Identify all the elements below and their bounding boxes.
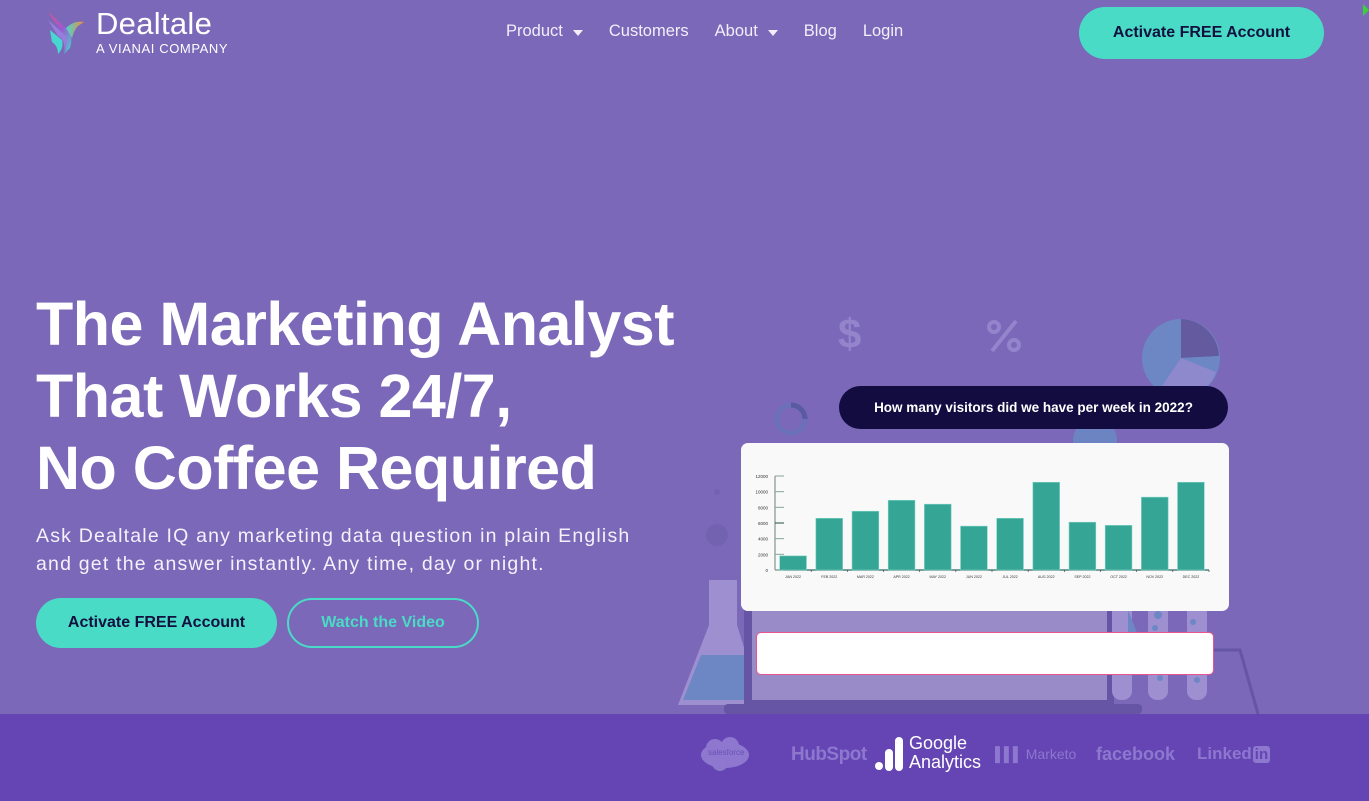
brand-name: Dealtale (96, 6, 213, 41)
percent-icon (987, 319, 1021, 353)
google-analytics-logo: Google Analytics (875, 734, 989, 772)
visitors-bar-chart: 0 2000 4000 6000 8000 10000 12000 JAN 2022 FEB 2… (755, 474, 1210, 579)
brand-tagline: A VIANAI COMPANY (96, 41, 229, 56)
y-tick-label: 4000 (758, 537, 769, 542)
nav-login-label: Login (862, 22, 904, 40)
watch-video-button[interactable]: Watch the Video (287, 598, 479, 648)
hero-title-line-1: The Marketing Analyst (36, 290, 675, 358)
donut-icon (774, 402, 808, 436)
dealtale-logo[interactable]: Dealtale A VIANAI COMPANY (44, 8, 228, 58)
bar-oct-2022 (1104, 525, 1133, 571)
hero-title-line-2: That Works 24/7, (36, 362, 512, 430)
x-tick-label: JUN 2022 (966, 575, 982, 579)
marketo-logo: ▌▌▌ Marketo (995, 746, 1076, 762)
bar-dec-2022 (1177, 481, 1205, 571)
question-input[interactable] (756, 632, 1214, 675)
marketo-label: Marketo (1025, 746, 1077, 762)
salesforce-label: salesforce (708, 748, 745, 757)
x-tick-label: FEB 2022 (821, 575, 837, 579)
nav-blog[interactable]: Blog (804, 22, 837, 41)
x-tick-label: APR 2022 (893, 575, 909, 579)
bar-jan-2022 (779, 555, 807, 571)
hubspot-logo: HubSpot (791, 744, 867, 765)
bird-logo-icon (48, 12, 84, 54)
marketo-bars-icon: ▌▌▌ (995, 746, 1023, 762)
nav-customers-label: Customers (608, 22, 689, 40)
nav-login[interactable]: Login (863, 22, 903, 41)
main-nav: Product Customers About Blog Login (506, 22, 929, 41)
hero-subtitle-line-1: Ask Dealtale IQ any marketing data quest… (36, 525, 631, 547)
bar-feb-2022 (815, 518, 843, 571)
hero-activate-account-button[interactable]: Activate FREE Account (36, 598, 277, 648)
nav-product-label: Product (506, 22, 563, 40)
facebook-logo: facebook (1096, 744, 1176, 764)
bar-may-2022 (924, 503, 952, 571)
y-tick-label: 10000 (755, 490, 768, 495)
bar-aug-2022 (1032, 481, 1060, 571)
google-analytics-label: Google Analytics (909, 733, 982, 772)
nav-blog-label: Blog (803, 22, 837, 40)
header-activate-account-button[interactable]: Activate FREE Account (1079, 7, 1324, 59)
partner-logos-bar: salesforce HubSpot Google Analytics ▌▌▌ … (0, 714, 1369, 801)
y-tick-label: 8000 (758, 505, 769, 510)
linkedin-in-icon: in (1252, 745, 1271, 763)
hero-subtitle: Ask Dealtale IQ any marketing data quest… (36, 522, 716, 578)
nav-about[interactable]: About (715, 22, 778, 41)
bar-mar-2022 (851, 510, 880, 571)
y-tick-label: 2000 (758, 552, 769, 557)
google-analytics-icon (875, 737, 903, 771)
x-tick-label: MAY 2022 (930, 575, 946, 579)
nav-about-label: About (714, 22, 758, 40)
bar-apr-2022 (887, 499, 916, 571)
y-tick-label: 6000 (758, 521, 769, 526)
bar-sep-2022 (1068, 521, 1097, 571)
x-tick-label: SEP 2022 (1074, 575, 1090, 579)
nav-product[interactable]: Product (506, 22, 583, 41)
linkedin-label: Linked (1197, 744, 1252, 763)
question-bubble: How many visitors did we have per week i… (839, 386, 1228, 429)
x-tick-label: AUG 2022 (1038, 575, 1055, 579)
hero-title: The Marketing Analyst That Works 24/7, N… (36, 288, 675, 504)
salesforce-logo: salesforce (700, 736, 750, 772)
x-tick-label: DEC 2022 (1183, 575, 1200, 579)
chevron-down-icon (767, 29, 778, 36)
x-tick-label: OCT 2022 (1110, 575, 1127, 579)
x-tick-label: NOV 2022 (1146, 575, 1163, 579)
hero-subtitle-line-2: and get the answer instantly. Any time, … (36, 553, 545, 575)
linkedin-logo: Linked in (1197, 744, 1271, 764)
bar-nov-2022 (1141, 496, 1169, 571)
chart-card: 0 2000 4000 6000 8000 10000 12000 JAN 2022 FEB 2… (741, 443, 1229, 611)
hero-title-line-3: No Coffee Required (36, 434, 597, 502)
bar-jul-2022 (996, 518, 1024, 571)
scroll-indicator-icon (1363, 4, 1369, 16)
y-tick-label: 12000 (755, 474, 768, 479)
nav-customers[interactable]: Customers (609, 22, 689, 41)
bar-jun-2022 (960, 525, 988, 571)
chevron-down-icon (572, 29, 583, 36)
x-tick-label: MAR 2022 (857, 575, 874, 579)
x-tick-label: JAN 2022 (785, 575, 801, 579)
x-tick-label: JUL 2022 (1002, 575, 1017, 579)
dollar-icon: $ (838, 310, 861, 357)
y-tick-label: 0 (765, 568, 768, 573)
